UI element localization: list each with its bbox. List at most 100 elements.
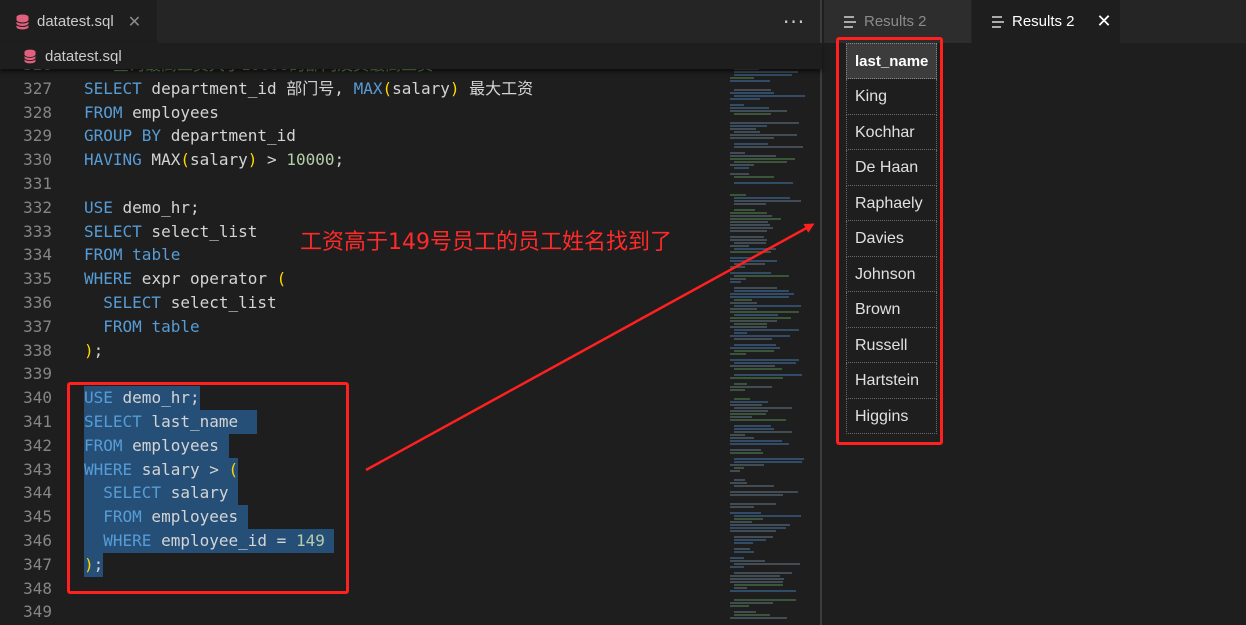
minimap-line: [730, 293, 794, 295]
minimap-line: [730, 566, 744, 568]
annotation-text: 工资高于149号员工的员工姓名找到了: [300, 230, 672, 255]
minimap-line: [730, 581, 783, 583]
code-token: ): [247, 150, 258, 170]
more-ellipsis-icon[interactable]: ···: [783, 10, 805, 34]
minimap-line: [730, 389, 745, 391]
code-text: FROM table: [84, 243, 180, 267]
minimap-line: [734, 551, 754, 553]
minimap-line: [730, 419, 786, 421]
code-line[interactable]: 335 WHERE expr operator (: [0, 267, 720, 291]
code-token: ;: [334, 150, 345, 170]
code-text: SELECT select_list: [84, 220, 257, 244]
minimap-line: [730, 377, 783, 379]
minimap-line: [730, 410, 768, 412]
minimap-line: [734, 161, 787, 163]
minimap-line: [734, 485, 774, 487]
tab-datatest-sql[interactable]: datatest.sql ✕: [0, 0, 157, 43]
minimap-line: [734, 305, 801, 307]
code-line[interactable]: 330 HAVING MAX(salary) > 10000;: [0, 148, 720, 172]
minimap-line: [730, 521, 752, 523]
code-token: (: [180, 150, 190, 170]
minimap-line: [730, 503, 776, 505]
minimap-line: [734, 374, 802, 376]
minimap-line: [730, 602, 773, 604]
minimap-line: [734, 539, 766, 541]
code-text: HAVING MAX(salary) > 10000;: [84, 148, 344, 172]
minimap-line: [734, 182, 793, 184]
code-line[interactable]: 327 SELECT department_id 部门号, MAX(salary)…: [0, 77, 720, 101]
close-icon[interactable]: ✕: [1097, 11, 1112, 32]
minimap-line: [730, 221, 768, 223]
minimap-line: [730, 98, 760, 100]
minimap-line: [734, 71, 798, 73]
code-text: USE demo_hr;: [84, 196, 200, 220]
minimap-line: [730, 257, 754, 259]
tab-results-active[interactable]: Results 2 ✕: [972, 0, 1120, 43]
minimap-line: [730, 557, 744, 559]
minimap-line: [730, 401, 768, 403]
code-text: SELECT select_list: [84, 291, 276, 315]
minimap-line: [734, 290, 789, 292]
code-token: salary: [189, 150, 248, 170]
line-number: 347: [23, 554, 52, 574]
minimap-line: [734, 200, 801, 202]
code-token: select_list: [141, 221, 258, 241]
minimap-line: [734, 587, 747, 589]
minimap-line: [734, 287, 777, 289]
code-line[interactable]: 329 GROUP BY department_id: [0, 124, 720, 148]
minimap-line: [734, 563, 800, 565]
code-token: table: [132, 245, 181, 265]
minimap-line: [734, 95, 805, 97]
code-text: GROUP BY department_id: [84, 124, 296, 148]
minimap-line: [730, 494, 783, 496]
minimap-line: [734, 263, 765, 265]
minimap-line: [730, 272, 771, 274]
vertical-scrollbar[interactable]: [820, 0, 822, 625]
line-number: 334: [23, 245, 52, 265]
minimap-line: [730, 470, 740, 472]
code-token: FROM: [84, 102, 123, 122]
line-number: 332: [23, 197, 52, 217]
breadcrumb-filename[interactable]: datatest.sql: [45, 48, 122, 65]
code-token: 最大工资: [459, 78, 534, 98]
code-token: GROUP BY: [84, 126, 162, 146]
minimap-line: [730, 107, 769, 109]
close-icon[interactable]: ✕: [128, 12, 141, 31]
minimap-line: [730, 386, 772, 388]
code-line[interactable]: 336 SELECT select_list: [0, 291, 720, 315]
minimap-line: [730, 320, 777, 322]
minimap-line: [734, 383, 747, 385]
minimap-line: [730, 359, 799, 361]
minimap-line: [734, 428, 774, 430]
line-number: 328: [23, 102, 52, 122]
minimap-line: [734, 329, 799, 331]
minimap-line: [730, 491, 798, 493]
code-line[interactable]: 331: [0, 172, 720, 196]
minimap-line: [730, 575, 780, 577]
minimap-line: [730, 590, 796, 592]
minimap-line: [730, 110, 787, 112]
tab-filename: datatest.sql: [37, 13, 114, 30]
minimap-line: [730, 578, 784, 580]
breadcrumb: datatest.sql: [0, 43, 822, 69]
minimap-line: [734, 407, 792, 409]
code-line[interactable]: 332 USE demo_hr;: [0, 196, 720, 220]
code-line[interactable]: 328 FROM employees: [0, 101, 720, 125]
code-line[interactable]: 338);: [0, 339, 720, 363]
minimap-line: [730, 434, 745, 436]
minimap-line: [730, 164, 754, 166]
minimap[interactable]: [730, 68, 810, 625]
code-line[interactable]: 337 FROM table: [0, 315, 720, 339]
minimap-line: [730, 104, 744, 106]
code-line[interactable]: 349: [0, 600, 720, 624]
line-number: 336: [23, 293, 52, 312]
results-list-icon: [844, 15, 856, 28]
code-text: SELECT department_id 部门号, MAX(salary) 最大…: [84, 77, 533, 101]
code-token: MAX: [353, 78, 383, 98]
minimap-line: [730, 122, 799, 124]
minimap-line: [730, 440, 782, 442]
line-number: 345: [23, 507, 52, 527]
code-token: USE: [84, 197, 113, 217]
minimap-line: [730, 416, 752, 418]
